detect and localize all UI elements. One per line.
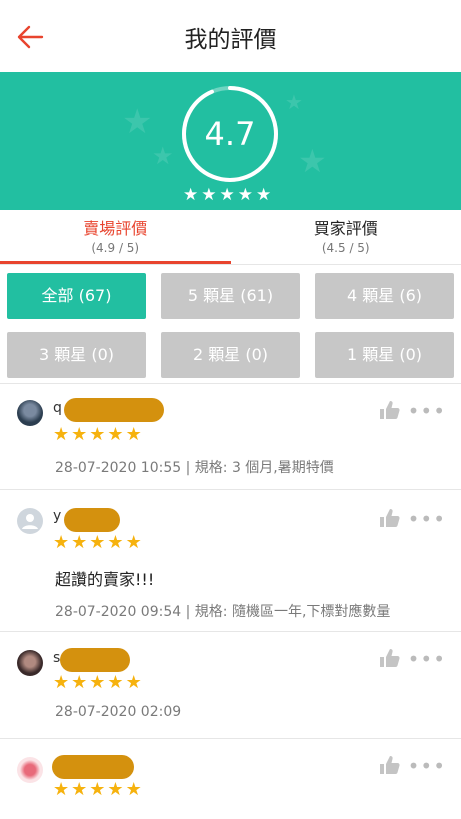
tab-score: (4.5 / 5) [231,240,461,256]
filter-4-star-button[interactable]: 4 顆星 (6) [315,273,454,319]
redacted-username [60,648,130,672]
page-title: 我的評價 [0,20,461,54]
avatar [17,508,43,534]
star-icon: ★ [89,781,105,799]
filter-all-button[interactable]: 全部 (67) [7,273,146,319]
star-icon: ★ [53,781,69,799]
star-icon: ★ [107,426,123,444]
star-icon: ★ [89,674,105,692]
thumbs-up-icon[interactable] [379,400,401,420]
star-icon: ★ [71,426,87,444]
star-icon: ★ [238,186,253,204]
star-icon: ★ [89,534,105,552]
review-stars: ★★★★★ [53,534,142,552]
filter-2-star-button[interactable]: 2 顆星 (0) [161,332,300,378]
review-item: y ••• ★★★★★ 超讚的賣家!!! 28-07-2020 09:54 | … [0,490,461,632]
star-icon: ★ [126,534,142,552]
review-list: q ••• ★★★★★ 28-07-2020 10:55 | 規格: 3 個月,… [0,383,461,819]
star-icon: ★ [89,426,105,444]
username: q [53,400,62,416]
rating-banner: ★ ★ ★ ★ 4.7 ★ ★ ★ ★ ★ [0,72,461,210]
redacted-username [52,755,134,779]
star-icon: ★ [126,781,142,799]
decorative-star-icon: ★ [122,102,152,142]
overall-score: 4.7 [180,84,280,184]
tab-shop-rating[interactable]: 賣場評價 (4.9 / 5) [0,210,231,264]
more-options-icon[interactable]: ••• [408,761,446,771]
redacted-username [64,508,120,532]
review-stars: ★★★★★ [53,781,142,799]
rating-tabs: 賣場評價 (4.9 / 5) 買家評價 (4.5 / 5) [0,210,461,265]
review-item: ••• ★★★★★ [0,739,461,819]
more-options-icon[interactable]: ••• [408,406,446,416]
avatar [17,650,43,676]
redacted-username [64,398,164,422]
thumbs-up-icon[interactable] [379,648,401,668]
tab-score: (4.9 / 5) [0,240,231,256]
tab-label: 買家評價 [231,220,461,238]
username: y [53,508,61,524]
star-icon: ★ [71,674,87,692]
review-stars: ★★★★★ [53,426,142,444]
review-item: s ••• ★★★★★ 28-07-2020 02:09 [0,632,461,739]
star-icon: ★ [107,674,123,692]
header: 我的評價 [0,0,461,72]
review-item: q ••• ★★★★★ 28-07-2020 10:55 | 規格: 3 個月,… [0,384,461,490]
default-user-icon [17,508,43,534]
avatar [17,400,43,426]
avatar [17,757,43,783]
decorative-star-icon: ★ [152,142,174,170]
star-icon: ★ [107,534,123,552]
tab-label: 賣場評價 [0,220,231,238]
more-options-icon[interactable]: ••• [408,654,446,664]
star-icon: ★ [71,534,87,552]
star-icon: ★ [53,674,69,692]
review-meta: 28-07-2020 02:09 [55,704,181,720]
star-icon: ★ [201,186,216,204]
half-star-icon: ★ [256,186,271,204]
star-filters: 全部 (67) 5 顆星 (61) 4 顆星 (6) 3 顆星 (0) 2 顆星… [0,265,461,378]
review-stars: ★★★★★ [53,674,142,692]
star-icon: ★ [126,674,142,692]
review-meta: 28-07-2020 10:55 | 規格: 3 個月,暑期特價 [55,457,334,477]
star-icon: ★ [53,534,69,552]
review-meta: 28-07-2020 09:54 | 規格: 隨機區一年,下標對應數量 [55,601,390,621]
filter-1-star-button[interactable]: 1 顆星 (0) [315,332,454,378]
star-icon: ★ [220,186,235,204]
more-options-icon[interactable]: ••• [408,514,446,524]
filter-3-star-button[interactable]: 3 顆星 (0) [7,332,146,378]
star-icon: ★ [107,781,123,799]
filter-5-star-button[interactable]: 5 顆星 (61) [161,273,300,319]
star-icon: ★ [126,426,142,444]
decorative-star-icon: ★ [298,142,327,180]
star-icon: ★ [71,781,87,799]
star-icon: ★ [183,186,198,204]
star-icon: ★ [53,426,69,444]
review-text: 超讚的賣家!!! [55,566,154,590]
thumbs-up-icon[interactable] [379,755,401,775]
banner-stars: ★ ★ ★ ★ ★ [183,186,271,204]
thumbs-up-icon[interactable] [379,508,401,528]
tab-buyer-rating[interactable]: 買家評價 (4.5 / 5) [231,210,461,264]
decorative-star-icon: ★ [285,90,303,114]
